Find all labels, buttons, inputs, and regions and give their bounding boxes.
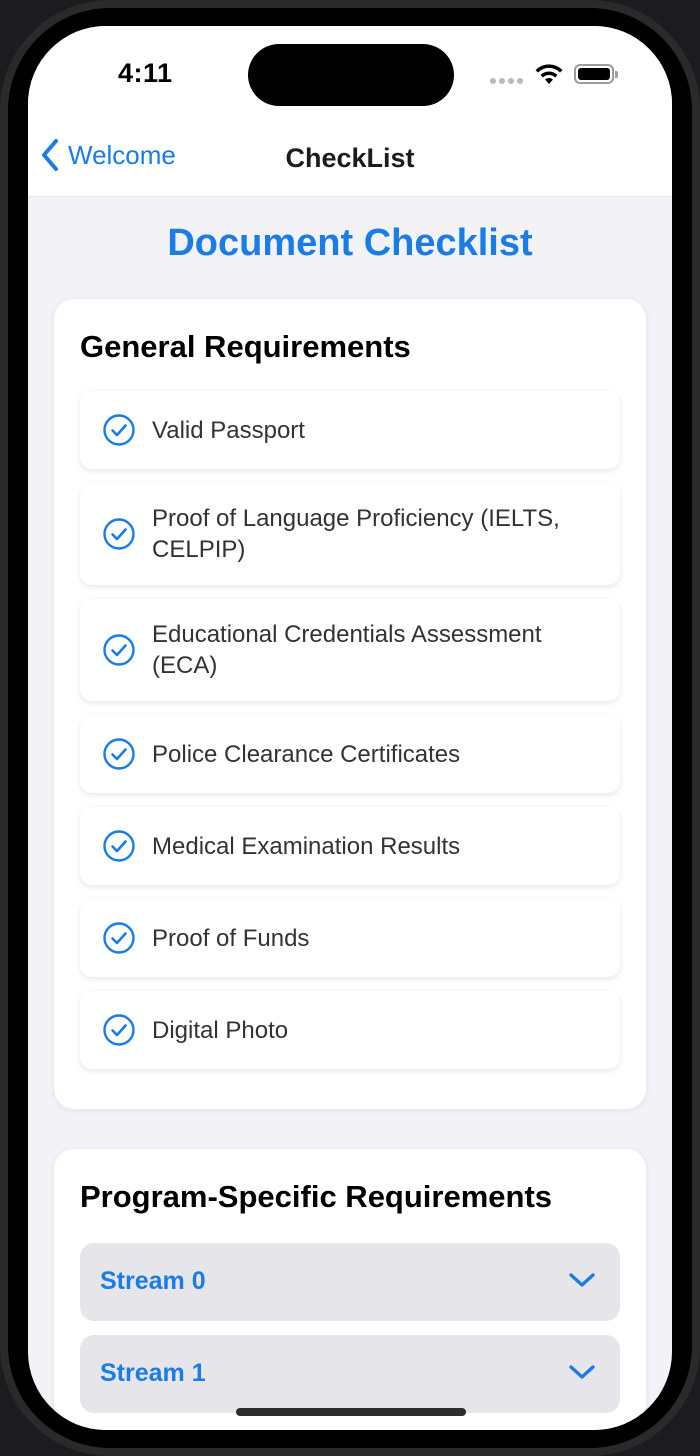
checklist-item-label: Valid Passport	[152, 416, 305, 444]
checklist-item[interactable]: Police Clearance Certificates	[80, 715, 620, 793]
checklist-item-label: Proof of Language Proficiency (IELTS, CE…	[152, 505, 560, 563]
checklist-item-label: Educational Credentials Assessment (ECA)	[152, 621, 542, 679]
stream-dropdown[interactable]: Stream 1	[80, 1335, 620, 1413]
stream-label: Stream 1	[100, 1359, 206, 1387]
chevron-down-icon	[569, 1365, 595, 1379]
checkmark-circle-icon	[103, 518, 135, 550]
stream-label: Stream 0	[100, 1267, 206, 1295]
checklist-item[interactable]: Proof of Language Proficiency (IELTS, CE…	[80, 483, 620, 585]
checklist-item[interactable]: Medical Examination Results	[80, 807, 620, 885]
chevron-down-icon	[569, 1273, 595, 1287]
screen: 4:11 Welcome CheckList Document Checklis…	[28, 26, 672, 1430]
checklist-item-label: Digital Photo	[152, 1016, 289, 1044]
status-time: 4:11	[118, 58, 173, 88]
checkmark-circle-icon	[103, 634, 135, 666]
checklist-item[interactable]: Digital Photo	[80, 991, 620, 1069]
cellular-signal-icon	[490, 78, 523, 84]
general-requirements-card: General Requirements Valid Passport Proo…	[54, 299, 646, 1109]
checklist-item-label: Police Clearance Certificates	[152, 740, 461, 768]
battery-icon	[574, 64, 618, 84]
checklist-item-label: Proof of Funds	[152, 924, 310, 952]
program-requirements-card: Program-Specific Requirements Stream 0 S…	[54, 1149, 646, 1430]
stream-dropdown[interactable]: Stream 0	[80, 1243, 620, 1321]
checkmark-circle-icon	[103, 922, 135, 954]
dynamic-island	[248, 44, 454, 106]
section-title: Program-Specific Requirements	[80, 1179, 553, 1214]
home-indicator[interactable]	[236, 1408, 466, 1416]
wifi-icon	[535, 64, 563, 84]
device-frame: 4:11 Welcome CheckList Document Checklis…	[0, 0, 700, 1456]
page-title: Document Checklist	[167, 222, 533, 264]
top-bar: 4:11 Welcome CheckList	[28, 26, 672, 197]
checkmark-circle-icon	[103, 414, 135, 446]
nav-title: CheckList	[285, 143, 415, 173]
section-title: General Requirements	[80, 329, 411, 364]
checklist-item-label: Medical Examination Results	[152, 832, 461, 860]
checkmark-circle-icon	[103, 1014, 135, 1046]
checkmark-circle-icon	[103, 830, 135, 862]
checklist-item[interactable]: Educational Credentials Assessment (ECA)	[80, 599, 620, 701]
checkmark-circle-icon	[103, 738, 135, 770]
checklist-item[interactable]: Valid Passport	[80, 391, 620, 469]
checklist-item[interactable]: Proof of Funds	[80, 899, 620, 977]
